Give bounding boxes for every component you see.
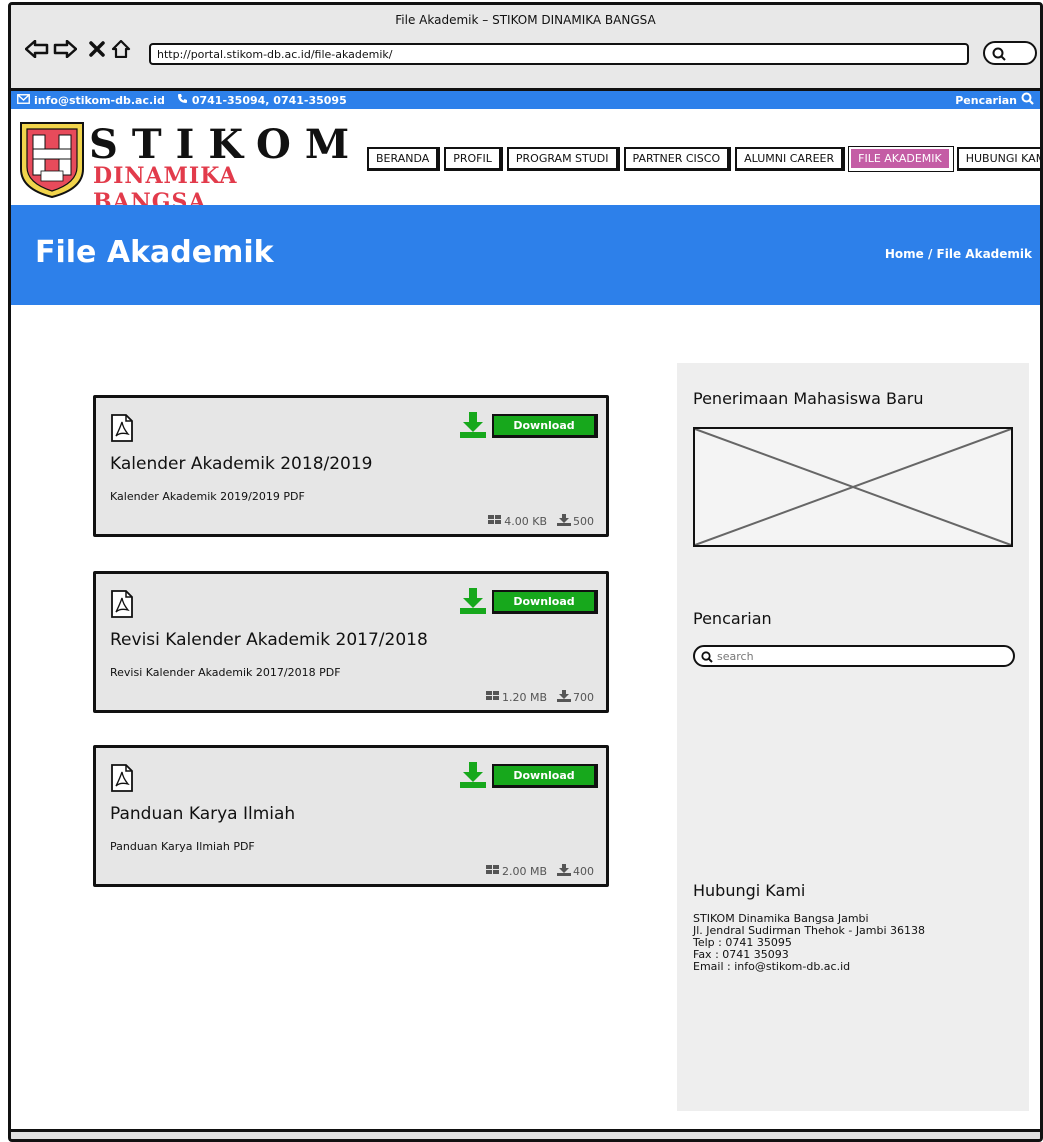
pdf-file-icon [110, 590, 134, 622]
search-icon [701, 651, 713, 666]
download-button[interactable]: Download [492, 590, 598, 614]
sidebar: Penerimaan Mahasiswa Baru Pencarian sear… [677, 363, 1029, 1111]
page-title: File Akademik [35, 235, 274, 270]
file-meta: 4.00 KB 500 [488, 514, 594, 529]
file-title: Revisi Kalender Akademik 2017/2018 [110, 630, 428, 650]
menu-item-file-akademik[interactable]: FILE AKADEMIK [848, 146, 954, 172]
topbar-email[interactable]: info@stikom-db.ac.id [17, 94, 165, 107]
main-menu: BERANDA PROFIL PROGRAM STUDI PARTNER CIS… [367, 146, 1040, 172]
topbar-phone-text: 0741-35094, 0741-35095 [191, 93, 347, 107]
back-arrow-icon[interactable] [25, 37, 49, 61]
file-size-icon [488, 515, 502, 528]
browser-search-field[interactable] [983, 41, 1037, 65]
file-card: Download Revisi Kalender Akademik 2017/2… [93, 571, 609, 713]
file-size-icon [485, 691, 500, 704]
search-icon [992, 46, 1006, 65]
window-title: File Akademik – STIKOM DINAMIKA BANGSA [395, 13, 656, 27]
download-button[interactable]: Download [492, 414, 598, 438]
site-logo[interactable]: STIKOM DINAMIKA BANGSA [17, 115, 349, 215]
download-count-icon [557, 514, 571, 529]
file-description: Panduan Karya Ilmiah PDF [110, 840, 255, 853]
topbar-search[interactable]: Pencarian [955, 92, 1034, 108]
download-count: 400 [573, 865, 594, 878]
file-size: 4.00 KB [504, 515, 547, 528]
download-count: 700 [573, 691, 594, 704]
contact-info: STIKOM Dinamika Bangsa Jambi Jl. Jendral… [693, 913, 925, 973]
admission-heading: Penerimaan Mahasiswa Baru [693, 389, 924, 408]
contact-topbar: info@stikom-db.ac.id 0741-35094, 0741-35… [11, 91, 1040, 109]
menu-item-program-studi[interactable]: PROGRAM STUDI [506, 147, 620, 171]
file-size-icon [485, 865, 500, 878]
browser-chrome: File Akademik – STIKOM DINAMIKA BANGSA h… [11, 5, 1040, 91]
site-header: STIKOM DINAMIKA BANGSA BERANDA PROFIL PR… [11, 109, 1040, 215]
file-meta: 1.20 MB 700 [485, 690, 594, 705]
sidebar-search-input[interactable]: search [693, 645, 1015, 667]
file-size: 2.00 MB [501, 865, 547, 878]
download-count-icon [557, 690, 571, 705]
address-bar[interactable]: http://portal.stikom-db.ac.id/file-akade… [149, 43, 969, 65]
menu-item-partner-cisco[interactable]: PARTNER CISCO [623, 147, 732, 171]
menu-item-hubungi-kami[interactable]: HUBUNGI KAMI [956, 147, 1040, 171]
home-icon[interactable] [109, 37, 133, 61]
download-icon [458, 410, 488, 444]
stop-icon[interactable] [85, 37, 109, 61]
search-heading: Pencarian [693, 609, 772, 628]
phone-icon [177, 93, 188, 107]
forward-arrow-icon[interactable] [53, 37, 77, 61]
contact-heading: Hubungi Kami [693, 881, 806, 900]
download-icon [458, 760, 488, 794]
page-footer [11, 1129, 1040, 1139]
download-icon [458, 586, 488, 620]
breadcrumb[interactable]: Home / File Akademik [885, 247, 1032, 261]
file-title: Kalender Akademik 2018/2019 [110, 454, 373, 474]
file-title: Panduan Karya Ilmiah [110, 804, 296, 824]
college-emblem-icon [20, 122, 84, 199]
download-count-icon [557, 864, 571, 879]
file-card: Download Panduan Karya Ilmiah Panduan Ka… [93, 745, 609, 887]
admission-image-placeholder[interactable] [693, 427, 1013, 547]
menu-item-profil[interactable]: PROFIL [444, 147, 503, 171]
file-description: Kalender Akademik 2019/2019 PDF [110, 490, 305, 503]
search-icon [1021, 92, 1034, 108]
topbar-email-text: info@stikom-db.ac.id [34, 93, 165, 107]
pdf-file-icon [110, 414, 134, 446]
menu-item-beranda[interactable]: BERANDA [367, 147, 441, 171]
topbar-search-label: Pencarian [955, 93, 1017, 107]
file-card: Download Kalender Akademik 2018/2019 Kal… [93, 395, 609, 537]
page-banner: File Akademik Home / File Akademik [11, 205, 1040, 305]
file-meta: 2.00 MB 400 [485, 864, 594, 879]
file-size: 1.20 MB [501, 691, 547, 704]
download-count: 500 [573, 515, 594, 528]
file-description: Revisi Kalender Akademik 2017/2018 PDF [110, 666, 341, 679]
mail-icon [17, 93, 30, 107]
browser-window: File Akademik – STIKOM DINAMIKA BANGSA h… [8, 2, 1043, 1142]
topbar-phone: 0741-35094, 0741-35095 [177, 93, 347, 107]
logo-wordmark: STIKOM [89, 121, 364, 168]
search-placeholder: search [717, 650, 754, 663]
download-button[interactable]: Download [492, 764, 598, 788]
menu-item-alumni-career[interactable]: ALUMNI CAREER [735, 147, 846, 171]
pdf-file-icon [110, 764, 134, 796]
contact-email[interactable]: Email : info@stikom-db.ac.id [693, 961, 925, 973]
